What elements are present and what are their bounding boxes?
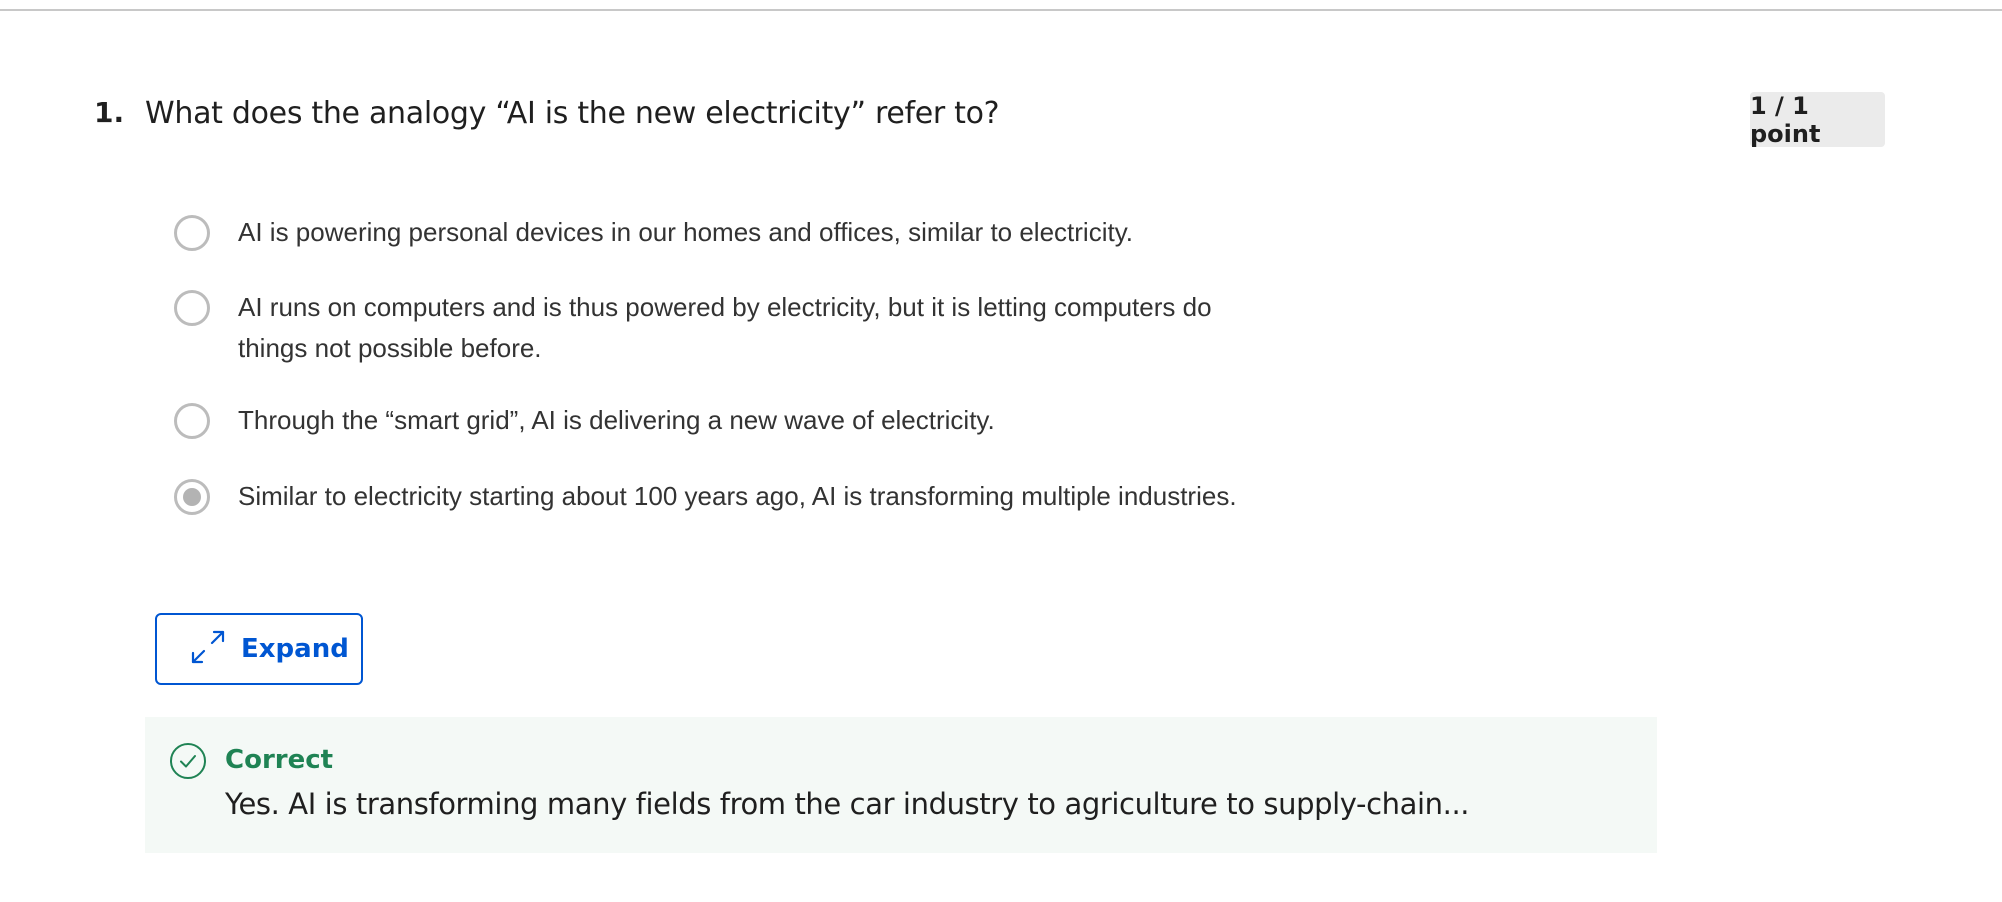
points-badge: 1 / 1 point — [1750, 92, 1885, 148]
answer-option-label: Through the “smart grid”, AI is deliveri… — [238, 400, 995, 441]
radio-button[interactable] — [174, 403, 210, 439]
answer-option-3[interactable]: Through the “smart grid”, AI is deliveri… — [174, 403, 1374, 441]
check-circle-icon — [169, 742, 207, 780]
feedback-text: Yes. AI is transforming many fields from… — [225, 787, 1470, 821]
answer-option-text: AI is powering personal devices in our h… — [238, 217, 1133, 247]
answer-option-text: Through the “smart grid”, AI is deliveri… — [238, 405, 995, 435]
expand-button-label: Expand — [241, 634, 349, 664]
top-divider — [0, 0, 2002, 11]
answer-option-4[interactable]: Similar to electricity starting about 10… — [174, 479, 1374, 517]
answer-option-1[interactable]: AI is powering personal devices in our h… — [174, 215, 1374, 253]
feedback-status: Correct — [225, 745, 334, 775]
answer-option-text-line2: things not possible before. — [238, 333, 542, 363]
answer-option-text-line1: AI runs on computers and is thus powered… — [238, 292, 1212, 322]
radio-button[interactable] — [174, 290, 210, 326]
question-number: 1. — [94, 96, 125, 129]
expand-arrows-icon — [189, 628, 227, 671]
answer-option-label: Similar to electricity starting about 10… — [238, 476, 1237, 517]
answer-option-text: Similar to electricity starting about 10… — [238, 481, 1237, 511]
feedback-panel: Correct Yes. AI is transforming many fie… — [145, 717, 1657, 853]
answer-option-label: AI runs on computers and is thus powered… — [238, 287, 1212, 369]
expand-button[interactable]: Expand — [155, 613, 363, 685]
answer-option-label: AI is powering personal devices in our h… — [238, 212, 1133, 253]
answer-option-2[interactable]: AI runs on computers and is thus powered… — [174, 290, 1374, 369]
radio-button[interactable] — [174, 215, 210, 251]
question-text: What does the analogy “AI is the new ele… — [145, 96, 1000, 131]
radio-button-selected[interactable] — [174, 479, 210, 515]
